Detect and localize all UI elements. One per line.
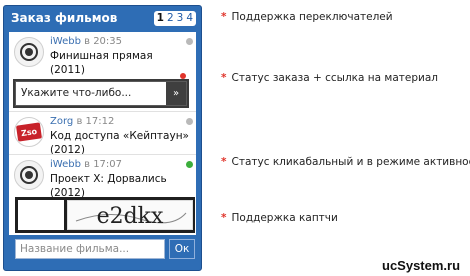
widget-header: Заказ фильмов 1 2 3 4 <box>4 6 201 32</box>
feature-note: * Поддержка переключателей <box>221 11 393 23</box>
order-meta: iWebb в 17:07 <box>50 159 122 170</box>
captcha-input[interactable] <box>18 200 64 230</box>
feature-note: * Статус кликабальный и в режиме активнос… <box>221 156 470 168</box>
order-list: iWebb в 20:35 Финишная прямая (2011) Ука… <box>9 32 196 235</box>
page-link-2[interactable]: 2 <box>166 11 175 26</box>
status-indicator[interactable] <box>186 118 193 125</box>
avatar: Zso <box>14 117 44 147</box>
avatar <box>14 160 44 190</box>
link-submit-button[interactable]: » <box>166 82 186 105</box>
submit-button[interactable]: Ок <box>169 239 195 259</box>
order-author[interactable]: iWebb <box>50 159 81 170</box>
order-meta: iWebb в 20:35 <box>50 36 122 47</box>
film-search-input[interactable] <box>15 239 165 259</box>
zorg-logo: Zso <box>16 122 42 142</box>
status-indicator[interactable] <box>186 161 193 168</box>
order-time: в 17:07 <box>84 159 123 170</box>
order-time: в 20:35 <box>84 36 123 47</box>
page-link-4[interactable]: 4 <box>185 11 194 26</box>
status-indicator[interactable] <box>186 38 193 45</box>
order-film[interactable]: Проект X: Дорвались (2012) <box>50 172 190 200</box>
feature-note: * Поддержка каптчи <box>221 212 338 224</box>
captcha-block: e2dkx <box>15 197 195 233</box>
pager: 1 2 3 4 <box>153 11 196 26</box>
captcha-text: e2dkx <box>97 204 164 229</box>
search-bar: Ок <box>9 239 196 263</box>
link-popup: Укажите что-либо... » <box>15 81 187 106</box>
order-meta: Zorg в 17:12 <box>50 116 114 127</box>
page-link-3[interactable]: 3 <box>176 11 185 26</box>
link-input[interactable]: Укажите что-либо... <box>21 87 131 99</box>
order-widget: Заказ фильмов 1 2 3 4 iWebb в 20:35 Фини… <box>3 5 202 271</box>
order-author[interactable]: Zorg <box>50 116 73 127</box>
order-film[interactable]: Код доступа «Кейптаун» (2012) <box>50 129 190 157</box>
order-time: в 17:12 <box>76 116 115 127</box>
annotation-marker <box>180 73 186 79</box>
order-film[interactable]: Финишная прямая (2011) <box>50 49 190 77</box>
watermark: ucSystem.ru <box>382 258 461 273</box>
captcha-image: e2dkx <box>67 200 193 230</box>
page-link-1[interactable]: 1 <box>156 11 165 26</box>
order-item: iWebb в 17:07 Проект X: Дорвались (2012) <box>9 155 196 199</box>
order-item: iWebb в 20:35 Финишная прямая (2011) <box>9 32 196 76</box>
order-author[interactable]: iWebb <box>50 36 81 47</box>
widget-title: Заказ фильмов <box>11 11 118 25</box>
feature-note: * Статус заказа + ссылка на материал <box>221 72 438 84</box>
avatar <box>14 37 44 67</box>
order-item: Zso Zorg в 17:12 Код доступа «Кейптаун» … <box>9 112 196 157</box>
